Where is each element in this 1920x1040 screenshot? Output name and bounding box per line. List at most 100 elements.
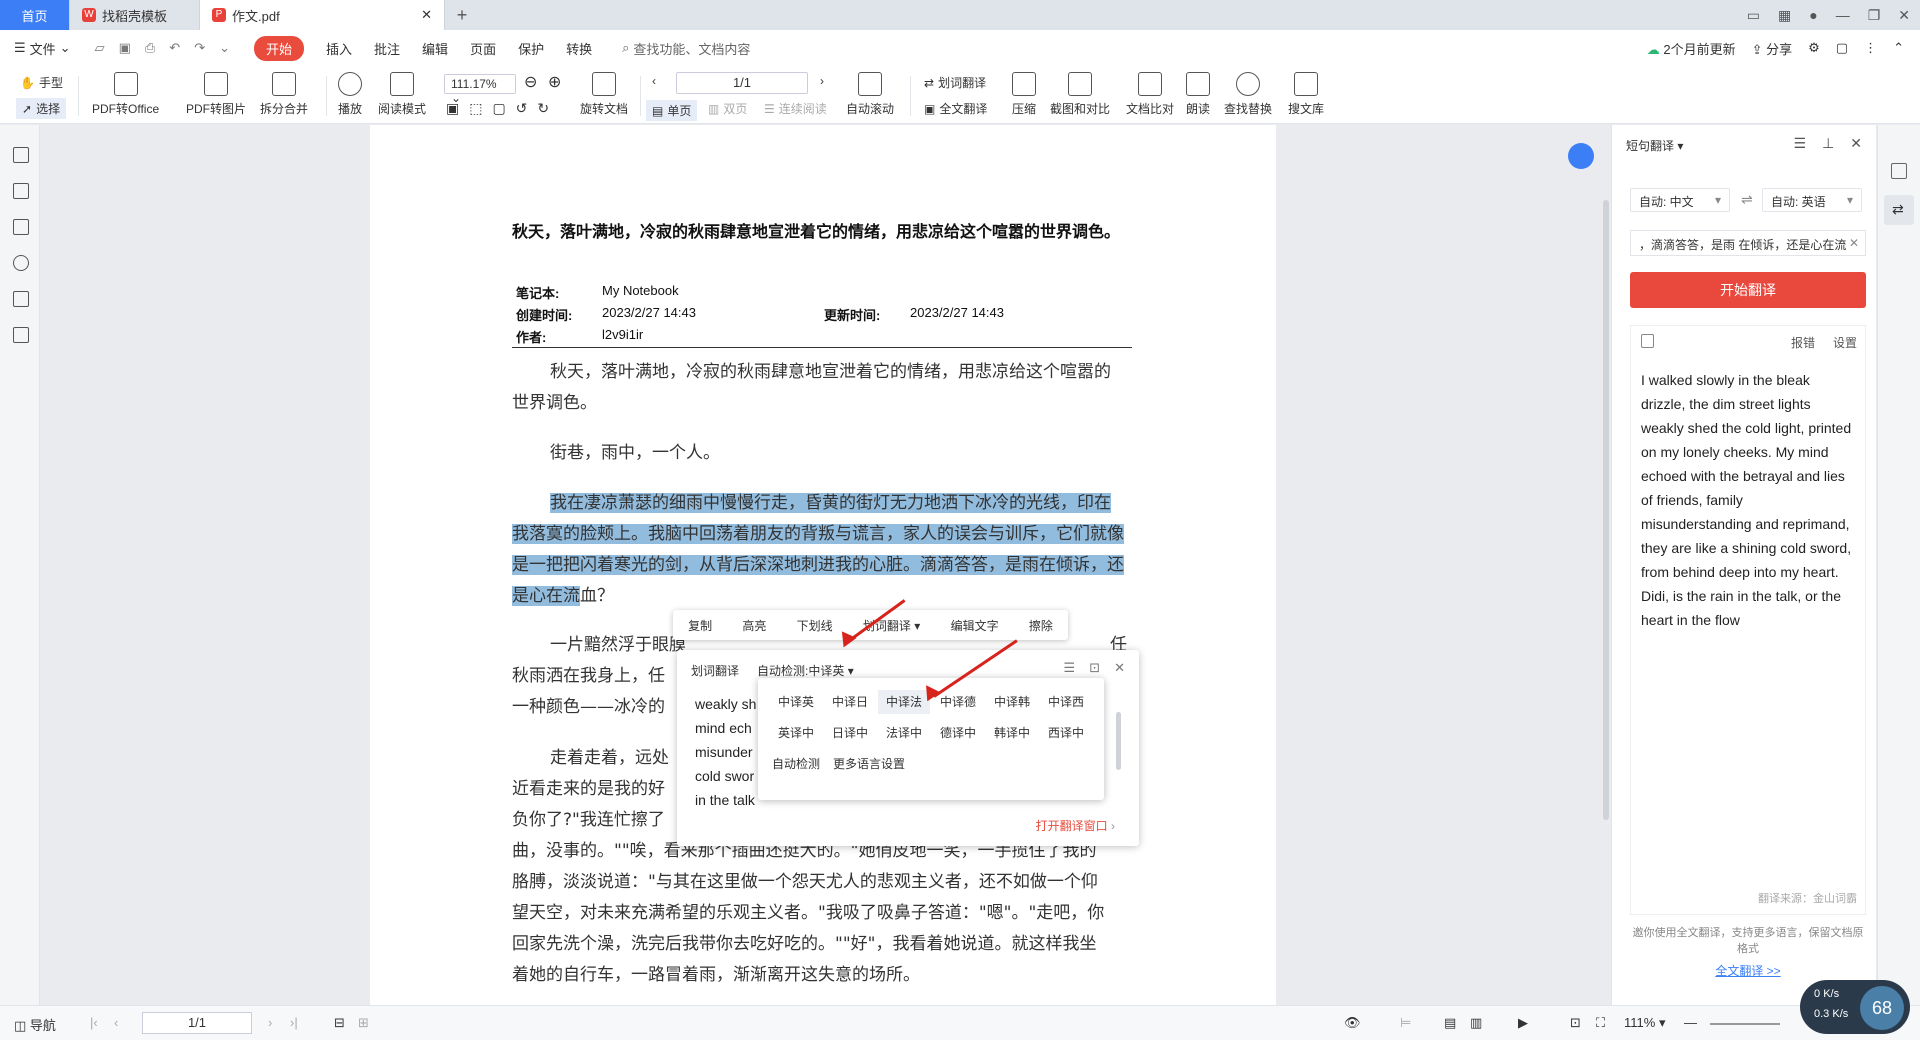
restore-icon[interactable]: ❐ — [1868, 7, 1881, 24]
close-icon[interactable]: ✕ — [1850, 135, 1862, 152]
read-mode-button[interactable]: 阅读模式 — [378, 72, 426, 117]
menu-protect[interactable]: 保护 — [518, 39, 544, 58]
more-icon[interactable]: ⌄ — [219, 40, 230, 56]
lang-auto-detect[interactable]: 自动检测 — [770, 752, 822, 776]
full-translate-link[interactable]: 全文翻译 >> — [1630, 963, 1866, 979]
grid-icon[interactable]: ▦ — [1778, 7, 1791, 24]
lang-de-zh[interactable]: 德译中 — [932, 721, 984, 745]
layers-icon[interactable] — [13, 327, 29, 343]
menu-insert[interactable]: 插入 — [326, 39, 352, 58]
command-search[interactable]: ⌕ 查找功能、文档内容 — [622, 39, 750, 58]
zoom-slider[interactable] — [1710, 1023, 1780, 1025]
lang-zh-en[interactable]: 中译英 — [770, 690, 822, 714]
panel-title[interactable]: 短句翻译 ▾ — [1626, 137, 1683, 154]
fit-width-icon[interactable]: ⊟ — [334, 1015, 345, 1031]
lang-es-zh[interactable]: 西译中 — [1040, 721, 1092, 745]
status-zoom[interactable]: 111% ▾ — [1624, 1015, 1665, 1031]
redo-icon[interactable]: ↷ — [194, 40, 205, 56]
share-button[interactable]: ⇪ 分享 — [1752, 39, 1793, 58]
erase-button[interactable]: 擦除 — [1029, 617, 1053, 634]
layout-icon[interactable]: ▭ — [1747, 7, 1760, 24]
underline-button[interactable]: 下划线 — [797, 617, 833, 634]
first-page-icon[interactable]: |‹ — [90, 1015, 98, 1030]
select-tool[interactable]: ➚ 选择 — [16, 98, 67, 119]
thumbnail-icon[interactable] — [13, 183, 29, 199]
collapse-icon[interactable]: ⌃ — [1893, 40, 1904, 56]
print-icon[interactable]: ⎙ — [145, 40, 155, 56]
hand-tool[interactable]: ✋ 手型 — [20, 74, 63, 91]
continuous-read-button[interactable]: ☰ 连续阅读 — [764, 100, 827, 117]
translate-float-icon[interactable] — [1568, 143, 1594, 169]
rotate-document-button[interactable]: 旋转文档 — [580, 72, 628, 117]
auto-scroll-button[interactable]: 自动滚动 — [846, 72, 894, 117]
prev-page-icon[interactable]: ‹ — [114, 1015, 118, 1030]
full-translate-button[interactable]: ▣ 全文翻译 — [924, 100, 987, 117]
target-language-select[interactable]: 自动: 英语 ▾ — [1762, 188, 1862, 212]
popup-scrollbar[interactable] — [1116, 712, 1121, 770]
file-menu[interactable]: ☰ 文件 ⌄ — [14, 39, 71, 58]
close-icon[interactable]: ✕ — [1114, 660, 1125, 676]
next-page-icon[interactable]: › — [820, 74, 824, 88]
minimize-icon[interactable]: — — [1836, 7, 1850, 23]
signature-icon[interactable] — [13, 291, 29, 307]
zoom-out-icon[interactable]: ⊖ — [524, 72, 537, 92]
play-icon[interactable]: ▶ — [1518, 1015, 1528, 1031]
close-window-icon[interactable]: ✕ — [1898, 7, 1910, 24]
start-translate-button[interactable]: 开始翻译 — [1630, 272, 1866, 308]
find-replace-button[interactable]: 查找替换 — [1224, 72, 1272, 117]
save-icon[interactable]: ▣ — [119, 40, 131, 56]
lang-fr-zh[interactable]: 法译中 — [878, 721, 930, 745]
next-page-icon[interactable]: › — [268, 1015, 272, 1030]
swap-languages-icon[interactable]: ⇌ — [1741, 191, 1753, 208]
clear-icon[interactable]: ✕ — [1849, 236, 1859, 250]
last-page-icon[interactable]: ›| — [290, 1015, 298, 1030]
fit-page-icon[interactable]: ⊞ — [358, 1015, 369, 1031]
new-tab-button[interactable]: + — [445, 0, 479, 30]
document-compare-button[interactable]: 文档比对 — [1126, 72, 1174, 117]
source-language-select[interactable]: 自动: 中文 ▾ — [1630, 188, 1730, 212]
report-error-link[interactable]: 报错 — [1791, 334, 1815, 351]
edit-text-button[interactable]: 编辑文字 — [951, 617, 999, 634]
settings-link[interactable]: 设置 — [1833, 334, 1857, 351]
split-view-icon[interactable]: ⊨ — [1400, 1015, 1411, 1031]
navigation-toggle[interactable]: ◫ 导航 — [14, 1015, 56, 1034]
pdf-to-image-button[interactable]: PDF转图片 — [186, 72, 246, 117]
sync-status[interactable]: ☁ 2个月前更新 — [1647, 39, 1736, 58]
menu-icon[interactable]: ☰ — [1794, 135, 1807, 152]
lang-en-zh[interactable]: 英译中 — [770, 721, 822, 745]
view-tools[interactable]: ▣⬚▢↺↻ — [446, 100, 559, 117]
comment-list-icon[interactable] — [13, 219, 29, 235]
actual-size-icon[interactable]: ⛶ — [1596, 1015, 1605, 1031]
more-vertical-icon[interactable]: ⋮ — [1864, 40, 1877, 56]
tab-template[interactable]: W 找稻壳模板 — [70, 0, 200, 30]
page-number-input[interactable]: 1/1 — [676, 72, 808, 94]
menu-start[interactable]: 开始 — [254, 35, 305, 61]
bookmark-icon[interactable] — [13, 147, 29, 163]
double-page-button[interactable]: ▥ 双页 — [708, 100, 747, 117]
fit-icon[interactable]: ⊡ — [1570, 1015, 1581, 1031]
menu-annotate[interactable]: 批注 — [374, 39, 400, 58]
menu-convert[interactable]: 转换 — [566, 39, 592, 58]
pin-icon[interactable]: ⊥ — [1822, 135, 1834, 152]
read-aloud-button[interactable]: 朗读 — [1186, 72, 1210, 117]
play-button[interactable]: 播放 — [338, 72, 362, 117]
split-merge-button[interactable]: 拆分合并 — [260, 72, 308, 117]
avatar[interactable]: ● — [1809, 7, 1817, 23]
pdf-to-office-button[interactable]: PDF转Office — [92, 72, 159, 117]
tab-document[interactable]: P 作文.pdf ✕ — [200, 0, 445, 30]
attachment-icon[interactable] — [13, 255, 29, 271]
document-scrollbar[interactable] — [1603, 200, 1609, 820]
undo-icon[interactable]: ↶ — [169, 40, 180, 56]
tab-home[interactable]: 首页 — [0, 0, 70, 30]
lang-zh-ja[interactable]: 中译日 — [824, 690, 876, 714]
highlight-button[interactable]: 高亮 — [742, 617, 766, 634]
translate-side-tab[interactable]: ⇄ — [1884, 195, 1914, 225]
menu-page[interactable]: 页面 — [470, 39, 496, 58]
menu-edit[interactable]: 编辑 — [422, 39, 448, 58]
single-view-icon[interactable]: ▤ — [1444, 1015, 1456, 1031]
menu-icon[interactable]: ☰ — [1064, 660, 1076, 676]
zoom-slider-minus[interactable]: — — [1684, 1015, 1697, 1030]
library-side-icon[interactable] — [1891, 163, 1907, 179]
status-page-input[interactable]: 1/1 — [142, 1012, 252, 1034]
zoom-select[interactable]: 111.17% ⌄ — [444, 74, 516, 105]
